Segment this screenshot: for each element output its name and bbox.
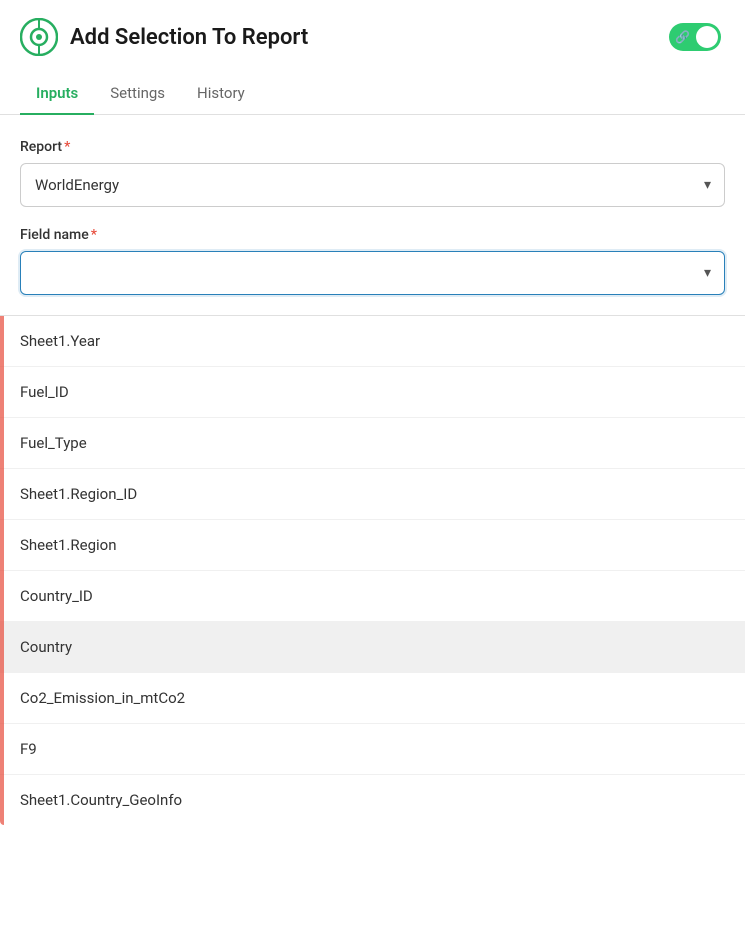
toggle-container: 🔗 [669, 23, 721, 51]
dropdown-item-country[interactable]: Country [0, 622, 745, 673]
dropdown-item-fuel-type[interactable]: Fuel_Type [0, 418, 745, 469]
dropdown-item-sheet1-region-id[interactable]: Sheet1.Region_ID [0, 469, 745, 520]
field-name-label: Field name* [20, 227, 725, 243]
field-name-select[interactable] [20, 251, 725, 295]
dropdown-scroll-area[interactable]: Sheet1.Year Fuel_ID Fuel_Type Sheet1.Reg… [0, 316, 745, 825]
dropdown-item-co2-emission[interactable]: Co2_Emission_in_mtCo2 [0, 673, 745, 724]
left-accent-decoration [0, 316, 4, 825]
dropdown-item-country-id[interactable]: Country_ID [0, 571, 745, 622]
dropdown-item-fuel-id[interactable]: Fuel_ID [0, 367, 745, 418]
dropdown-item-sheet1-region[interactable]: Sheet1.Region [0, 520, 745, 571]
field-name-select-wrapper: ▾ [20, 251, 725, 295]
app-container: Add Selection To Report 🔗 Inputs Setting… [0, 0, 745, 934]
report-select[interactable]: WorldEnergy [20, 163, 725, 207]
page-title: Add Selection To Report [70, 25, 308, 50]
report-select-wrapper: WorldEnergy ▾ [20, 163, 725, 207]
tabs-container: Inputs Settings History [0, 72, 745, 115]
toggle-knob [696, 26, 718, 48]
app-logo-icon [20, 18, 58, 56]
tab-settings[interactable]: Settings [94, 72, 181, 114]
dropdown-item-f9[interactable]: F9 [0, 724, 745, 775]
dropdown-item-sheet1-country-geoinfo[interactable]: Sheet1.Country_GeoInfo [0, 775, 745, 825]
link-icon: 🔗 [675, 30, 690, 44]
header-left: Add Selection To Report [20, 18, 308, 56]
report-label: Report* [20, 139, 725, 155]
tab-inputs[interactable]: Inputs [20, 72, 94, 114]
tab-history[interactable]: History [181, 72, 261, 114]
report-field-group: Report* WorldEnergy ▾ [20, 139, 725, 207]
header: Add Selection To Report 🔗 [0, 0, 745, 72]
dropdown-item-sheet1-year[interactable]: Sheet1.Year [0, 316, 745, 367]
dropdown-list: Sheet1.Year Fuel_ID Fuel_Type Sheet1.Reg… [0, 315, 745, 825]
field-name-field-group: Field name* ▾ [20, 227, 725, 295]
form-content: Report* WorldEnergy ▾ Field name* ▾ [0, 115, 745, 295]
connection-toggle[interactable]: 🔗 [669, 23, 721, 51]
